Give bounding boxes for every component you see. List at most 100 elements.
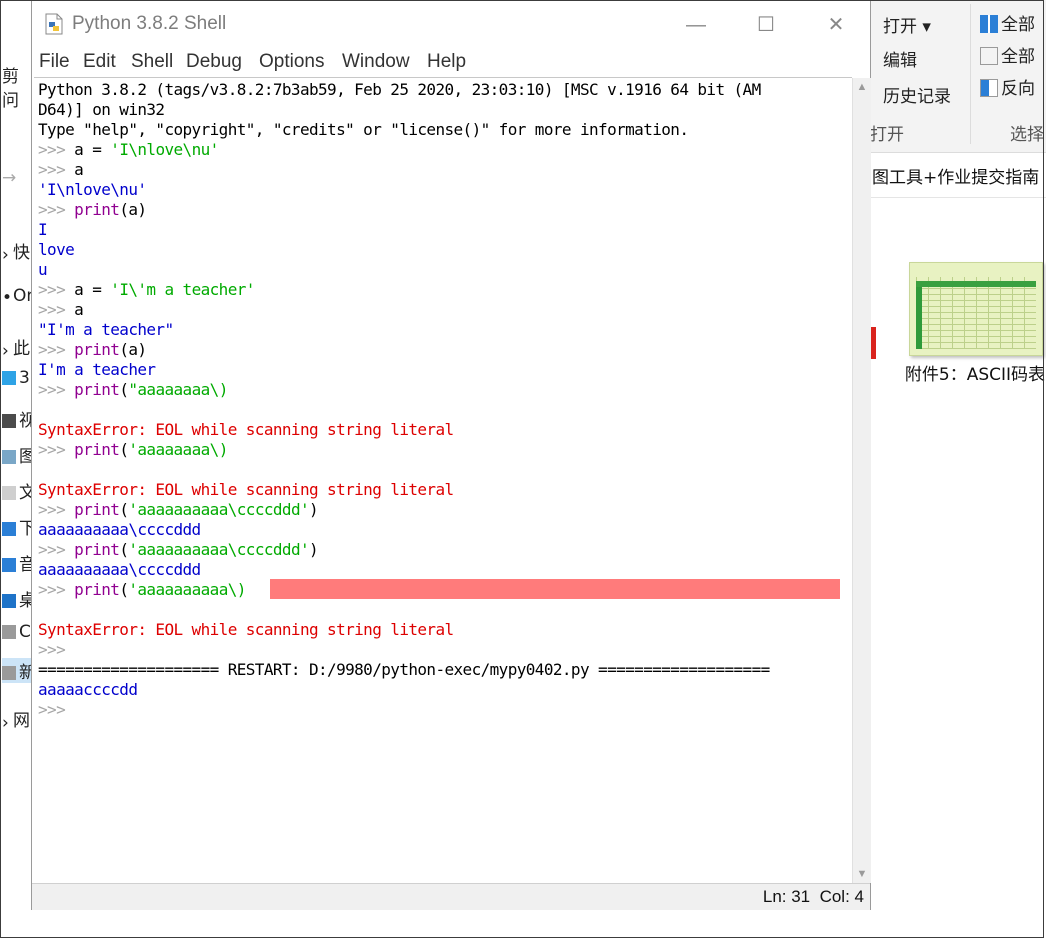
shell-text: ( xyxy=(119,580,129,599)
shell-line: >>> xyxy=(38,700,74,720)
shell-text: print xyxy=(74,380,120,399)
cloud-icon: • xyxy=(2,288,13,308)
shell-line: SyntaxError: EOL while scanning string l… xyxy=(38,480,454,500)
shell-prompt: >>> xyxy=(38,500,75,519)
menu-debug[interactable]: Debug xyxy=(186,51,242,73)
shell-text: a xyxy=(74,160,84,179)
shell-line: aaaaaaaaaa\ccccddd xyxy=(38,560,201,580)
shell-line: u xyxy=(38,260,48,280)
shell-line: >>> print(a) xyxy=(38,340,147,360)
menu-bar: File Edit Shell Debug Options Window Hel… xyxy=(32,49,870,77)
shell-text: ( xyxy=(119,440,129,459)
shell-line: >>> a = 'I\nlove\nu' xyxy=(38,140,219,160)
shell-text: u xyxy=(38,260,48,279)
shell-text: 'aaaaaaaaaa\ccccddd' xyxy=(128,500,310,519)
shell-text: SyntaxError: EOL while scanning string l… xyxy=(38,480,454,499)
shell-line: >>> a xyxy=(38,300,84,320)
shell-text: Python 3.8.2 (tags/v3.8.2:7b3ab59, Feb 2… xyxy=(38,80,761,99)
chevron-right-icon: › xyxy=(2,713,9,733)
shell-line: ==================== RESTART: D:/9980/py… xyxy=(38,660,770,680)
shell-text: D64)] on win32 xyxy=(38,100,165,119)
address-path: 图工具+作业提交指南 xyxy=(872,168,1040,188)
shell-text: I'm a teacher xyxy=(38,360,156,379)
shell-line: SyntaxError: EOL while scanning string l… xyxy=(38,620,454,640)
maximize-button[interactable]: ☐ xyxy=(732,1,800,49)
shell-text: aaaaaaaaaa\ccccddd xyxy=(38,520,201,539)
nav-item-drive-c[interactable]: C xyxy=(2,622,31,642)
shell-prompt: >>> xyxy=(38,300,75,319)
shell-prompt: >>> xyxy=(38,200,75,219)
python-file-icon xyxy=(45,13,63,35)
shell-prompt: >>> xyxy=(38,380,75,399)
vertical-scrollbar[interactable]: ▲ ▼ xyxy=(852,78,871,883)
explorer-ribbon: 打开 ▾ 编辑 历史记录 打开 全部 全部 反向 选择 xyxy=(870,0,1046,153)
shell-text: SyntaxError: EOL while scanning string l… xyxy=(38,420,454,439)
file-label[interactable]: 附件5：ASCII码表 xyxy=(900,362,1046,388)
chevron-right-icon: › xyxy=(2,245,9,265)
shell-text: aaaaaaaaaa\ccccddd xyxy=(38,560,201,579)
edit-icon xyxy=(870,51,880,69)
shell-text: a = xyxy=(74,280,111,299)
thumbnail-grid xyxy=(916,277,1036,349)
shell-text: SyntaxError: EOL while scanning string l… xyxy=(38,620,454,639)
shell-text: I xyxy=(38,220,48,239)
cursor-position: Ln: 31 Col: 4 xyxy=(763,887,864,907)
scroll-down-icon[interactable]: ▼ xyxy=(853,865,871,883)
error-highlight xyxy=(270,579,840,599)
desktop-icon xyxy=(2,594,16,608)
shell-text: print xyxy=(74,440,120,459)
column-number: Col: 4 xyxy=(819,887,864,906)
back-arrow-icon[interactable]: → xyxy=(2,168,16,188)
select-all-icon xyxy=(980,15,998,33)
ribbon-invert-selection-button[interactable]: 反向 xyxy=(980,74,1035,99)
video-icon xyxy=(2,414,16,428)
menu-edit[interactable]: Edit xyxy=(83,51,116,73)
line-number: Ln: 31 xyxy=(762,887,811,906)
scroll-up-icon[interactable]: ▲ xyxy=(853,78,871,96)
shell-line: >>> a xyxy=(38,160,84,180)
shell-text: print xyxy=(74,500,120,519)
shell-line: aaaaaaaaaa\ccccddd xyxy=(38,520,201,540)
shell-text: Type "help", "copyright", "credits" or "… xyxy=(38,120,689,139)
shell-text: love xyxy=(38,240,75,259)
download-icon xyxy=(2,522,16,536)
shell-text: ( xyxy=(119,540,129,559)
menu-help[interactable]: Help xyxy=(427,51,466,73)
explorer-nav-pane: 剪 问 → › 快 •On › 此 3 视 图 文 下 音 桌 C 新 › 网 xyxy=(0,0,37,938)
shell-line: >>> print('aaaaaaaaaa\ccccddd') xyxy=(38,540,319,560)
shell-prompt: >>> xyxy=(38,440,75,459)
explorer-address-bar[interactable]: 图工具+作业提交指南 xyxy=(870,153,1046,198)
ribbon-open-button[interactable]: 打开 ▾ xyxy=(870,12,931,37)
nav-item-this-pc[interactable]: › 此 xyxy=(2,334,30,361)
shell-text: print xyxy=(74,540,120,559)
menu-window[interactable]: Window xyxy=(342,51,410,73)
ribbon-divider xyxy=(970,4,971,144)
shell-line: >>> print(a) xyxy=(38,200,147,220)
minimize-button[interactable]: — xyxy=(662,1,730,49)
shell-line: >>> print('aaaaaaaa\) xyxy=(38,440,228,460)
title-bar[interactable]: Python 3.8.2 Shell — ☐ ✕ xyxy=(32,1,870,49)
shell-line: Type "help", "copyright", "credits" or "… xyxy=(38,120,689,140)
file-thumbnail[interactable] xyxy=(909,262,1043,356)
ribbon-select-all-button[interactable]: 全部 xyxy=(980,10,1035,35)
shell-text: print xyxy=(74,340,120,359)
shell-text: 'aaaaaaaaaa\) xyxy=(128,580,246,599)
nav-item-network[interactable]: › 网 xyxy=(2,706,30,733)
invert-selection-icon xyxy=(980,79,998,97)
shell-text: 'I\nlove\nu' xyxy=(110,140,219,159)
shell-line: >>> print('aaaaaaaaaa\ccccddd') xyxy=(38,500,319,520)
shell-text-area[interactable]: Python 3.8.2 (tags/v3.8.2:7b3ab59, Feb 2… xyxy=(34,77,852,884)
nav-item-quick-access[interactable]: › 快 xyxy=(2,238,30,265)
menu-options[interactable]: Options xyxy=(259,51,324,73)
close-button[interactable]: ✕ xyxy=(802,1,870,49)
ribbon-edit-button[interactable]: 编辑 xyxy=(870,46,917,71)
select-none-icon xyxy=(980,47,998,65)
shell-text: print xyxy=(74,580,120,599)
menu-shell[interactable]: Shell xyxy=(131,51,173,73)
ribbon-history-button[interactable]: 历史记录 xyxy=(870,82,951,107)
thumbnail-header xyxy=(916,281,1036,287)
ribbon-select-none-button[interactable]: 全部 xyxy=(980,42,1035,67)
nav-item-3d[interactable]: 3 xyxy=(2,368,30,388)
shell-text: ) xyxy=(309,540,319,559)
menu-file[interactable]: File xyxy=(39,51,70,73)
